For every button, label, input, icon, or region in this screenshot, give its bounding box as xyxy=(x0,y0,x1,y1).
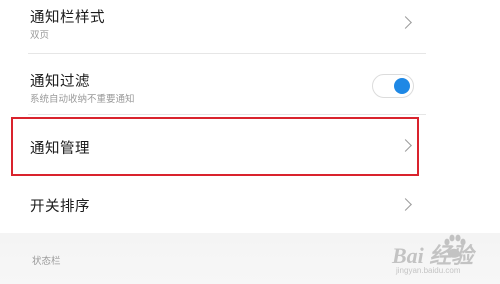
setting-notification-filter: 通知过滤 系统自动收纳不重要通知 xyxy=(0,54,500,114)
section-label-status-bar: 状态栏 xyxy=(32,256,61,267)
setting-notification-style[interactable]: 通知栏样式 双页 xyxy=(0,0,500,52)
setting-notification-filter-title: 通知过滤 xyxy=(30,74,90,90)
chevron-right-icon xyxy=(399,16,412,29)
setting-notification-style-title: 通知栏样式 xyxy=(30,10,105,26)
setting-toggle-order-title: 开关排序 xyxy=(30,199,90,215)
baidu-jingyan-watermark: Bai 经验 jingyan.baidu.com xyxy=(392,232,492,280)
divider xyxy=(28,114,426,115)
settings-screen: 通知栏样式 双页 通知过滤 系统自动收纳不重要通知 通知管理 开关排序 状态栏 … xyxy=(0,0,500,284)
highlight-box xyxy=(11,117,419,176)
chevron-right-icon xyxy=(399,198,412,211)
watermark-url: jingyan.baidu.com xyxy=(396,266,461,275)
setting-notification-filter-desc: 系统自动收纳不重要通知 xyxy=(30,94,135,105)
notification-filter-toggle[interactable] xyxy=(372,74,414,98)
toggle-knob xyxy=(394,78,410,94)
setting-notification-style-value: 双页 xyxy=(30,30,50,41)
paw-icon xyxy=(444,234,466,258)
setting-toggle-order[interactable]: 开关排序 xyxy=(0,178,500,230)
